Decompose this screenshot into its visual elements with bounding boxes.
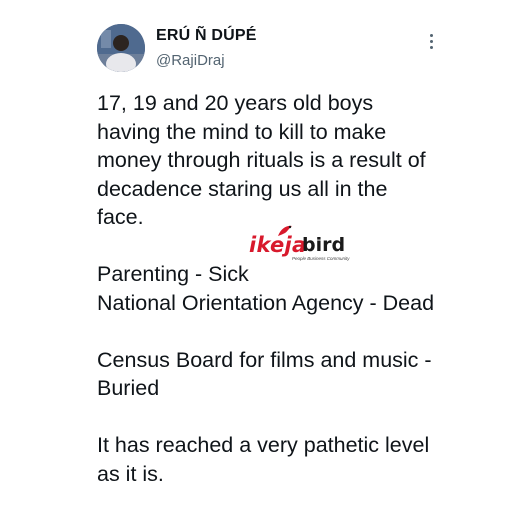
tweet-paragraph: 17, 19 and 20 years old boys having the … [97, 91, 426, 229]
watermark-brand-right: bird [302, 234, 346, 256]
watermark-brand-left: ikeja [249, 233, 307, 257]
avatar[interactable] [97, 24, 145, 72]
tweet-paragraph: Parenting - Sick [97, 262, 249, 286]
watermark-logo: ikeja bird People Business Community [249, 224, 350, 264]
avatar-image [97, 24, 145, 72]
tweet-text: 17, 19 and 20 years old boys having the … [97, 89, 437, 488]
watermark-tagline: People Business Community [292, 256, 350, 261]
more-options-icon[interactable] [424, 30, 438, 52]
author-handle[interactable]: @RajiDraj [156, 52, 225, 69]
author-display-name[interactable]: ERÚ Ñ DÚPÉ [156, 27, 257, 45]
tweet-paragraph: It has reached a very pathetic level as … [97, 433, 430, 486]
tweet-paragraph: National Orientation Agency - Dead [97, 290, 435, 315]
tweet-paragraph: Census Board for films and music - Burie… [97, 347, 432, 401]
